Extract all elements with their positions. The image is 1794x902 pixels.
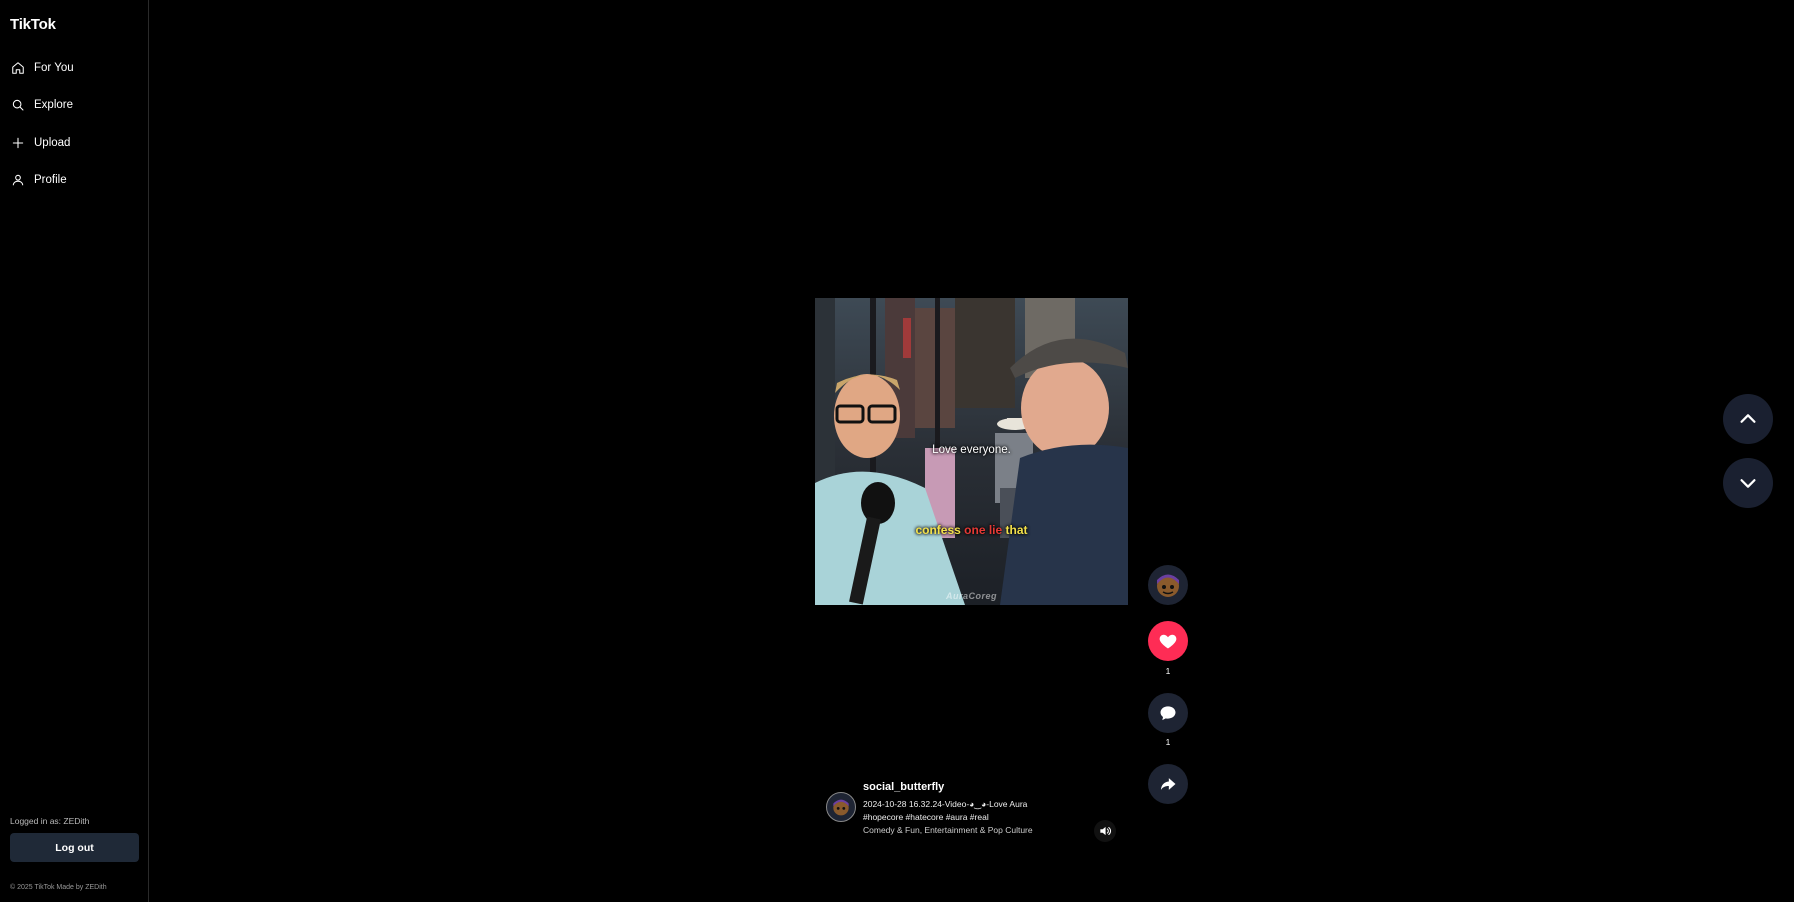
comment-button[interactable] <box>1148 693 1188 733</box>
video-caption-secondary: confess one lie that <box>815 523 1128 537</box>
caption-word-highlight: one lie <box>964 523 1003 537</box>
like-button[interactable] <box>1148 621 1188 661</box>
post-username[interactable]: social_butterfly <box>863 781 944 793</box>
sidebar-item-explore[interactable]: Explore <box>0 87 149 125</box>
sidebar: TikTok For You Explore Upload Profile Lo… <box>0 0 149 902</box>
next-video-button[interactable] <box>1723 458 1773 508</box>
share-button[interactable] <box>1148 764 1188 804</box>
creator-avatar[interactable] <box>1148 565 1188 605</box>
post-author-avatar[interactable] <box>826 792 856 822</box>
chevron-down-icon <box>1740 479 1756 488</box>
home-icon <box>11 61 25 75</box>
post-description: 2024-10-28 16.32.24-Video-◕‿◕-Love Aura … <box>863 798 1083 824</box>
post-title: 2024-10-28 16.32.24-Video-◕‿◕-Love Aura <box>863 799 1028 809</box>
like-count: 1 <box>1165 666 1171 676</box>
post-hashtags[interactable]: #hopecore #hatecore #aura #real <box>863 811 1083 824</box>
video-watermark: AuraCoreg <box>945 591 997 601</box>
video-player[interactable]: Love everyone. confess one lie that Aura… <box>815 298 1128 605</box>
post-info: social_butterfly 2024-10-28 16.32.24-Vid… <box>826 780 1126 840</box>
sidebar-item-label: Upload <box>34 136 71 149</box>
sidebar-item-upload[interactable]: Upload <box>0 124 149 162</box>
heart-icon <box>1159 634 1177 649</box>
volume-icon <box>1100 826 1112 836</box>
video-caption-primary: Love everyone. <box>932 444 1011 456</box>
footer-copyright: © 2025 TikTok Made by ZEDith <box>10 884 107 891</box>
sidebar-item-profile[interactable]: Profile <box>0 162 149 200</box>
caption-word: confess <box>915 523 961 537</box>
search-icon <box>11 98 25 112</box>
avatar-image-icon <box>1157 574 1179 597</box>
sidebar-nav: For You Explore Upload Profile <box>0 49 149 199</box>
chevron-up-icon <box>1740 414 1756 423</box>
sidebar-item-label: For You <box>34 61 74 74</box>
comment-count: 1 <box>1165 737 1171 747</box>
logout-button[interactable]: Log out <box>10 833 139 862</box>
comment-icon <box>1160 706 1176 721</box>
brand-logo[interactable]: TikTok <box>10 16 56 33</box>
plus-icon <box>11 136 25 150</box>
avatar-image-icon <box>833 799 849 816</box>
mute-toggle-button[interactable] <box>1094 820 1116 842</box>
caption-word: that <box>1005 523 1028 537</box>
user-icon <box>11 173 25 187</box>
sidebar-item-label: Profile <box>34 174 67 187</box>
post-categories: Comedy & Fun, Entertainment & Pop Cultur… <box>863 825 1033 835</box>
previous-video-button[interactable] <box>1723 394 1773 444</box>
sidebar-item-for-you[interactable]: For You <box>0 49 149 87</box>
logged-in-text: Logged in as: ZEDith <box>10 816 90 826</box>
share-icon <box>1160 778 1176 790</box>
sidebar-item-label: Explore <box>34 99 73 112</box>
